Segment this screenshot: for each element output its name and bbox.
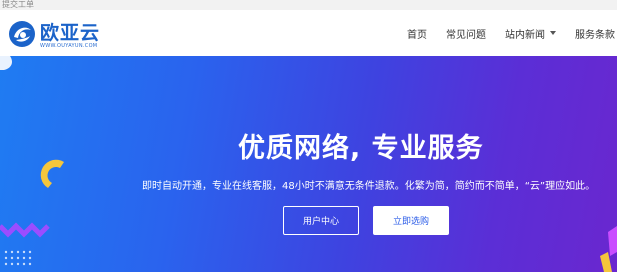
logo-swirl-icon (9, 21, 35, 47)
nav-item-label: 首页 (407, 29, 427, 41)
user-center-button[interactable]: 用户中心 (283, 206, 359, 235)
logo-domain: WWW.OUYAYUN.COM (40, 43, 98, 49)
site-header: 欧亚云 WWW.OUYAYUN.COM 首页 常见问题 站内新闻 服务条款 (0, 10, 617, 56)
logo-name: 欧亚云 (40, 22, 101, 44)
nav-item-terms[interactable]: 服务条款 (575, 26, 615, 41)
nav-item-faq[interactable]: 常见问题 (446, 26, 486, 41)
hero-title: 优质网络, 专业服务 (238, 133, 484, 164)
nav-item-home[interactable]: 首页 (407, 26, 427, 41)
nav-item-label: 服务条款 (575, 29, 615, 41)
ticket-link[interactable]: 提交工单 (2, 0, 34, 9)
nav-item-label: 常见问题 (446, 29, 486, 41)
site-logo[interactable]: 欧亚云 WWW.OUYAYUN.COM (8, 16, 128, 54)
dot-pattern (4, 250, 32, 266)
utility-bar: 提交工单 (0, 0, 617, 10)
main-nav: 首页 常见问题 站内新闻 服务条款 (388, 10, 617, 56)
chevron-down-icon (550, 31, 556, 35)
hero-subtitle: 即时自动开通，专业在线客服，48小时不满意无条件退款。化繁为简，简约而不简单，“… (142, 181, 596, 192)
corner-shape (0, 56, 12, 70)
hero-banner: 优质网络, 专业服务 即时自动开通，专业在线客服，48小时不满意无条件退款。化繁… (0, 56, 617, 272)
buy-now-button[interactable]: 立即选购 (373, 206, 449, 235)
purple-bar-shape (608, 226, 617, 256)
yellow-crescent-shape (40, 159, 64, 188)
nav-item-label: 站内新闻 (505, 29, 545, 41)
nav-item-news[interactable]: 站内新闻 (505, 26, 556, 41)
purple-zigzag-shape (0, 222, 50, 238)
